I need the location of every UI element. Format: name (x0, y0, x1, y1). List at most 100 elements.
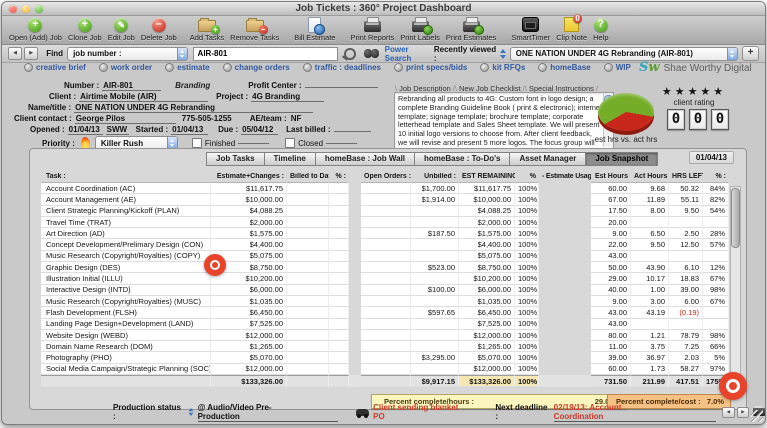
table-row[interactable]: Travel Time (TRAT)$2,000.00$2,000.00100%… (41, 217, 729, 228)
finished-checkbox[interactable] (192, 138, 202, 148)
tab-homebase-todos[interactable]: homeBase : To-Do's (414, 152, 510, 166)
link-change-orders[interactable]: change orders (223, 63, 290, 72)
table-row[interactable]: Music Research (Copyright/Royalties) (CO… (41, 251, 729, 262)
started-date-field[interactable]: 01/04/13 (171, 125, 208, 135)
table-row[interactable]: Illustration Initial (ILLU)$10,200.00$10… (41, 273, 729, 284)
table-row[interactable]: Domain Name Research (DOM)$1,265.00$1,26… (41, 341, 729, 352)
finished-date-field[interactable] (238, 143, 269, 144)
table-row[interactable]: Website Design (WEBD)$12,000.00$12,000.0… (41, 330, 729, 341)
power-search-link[interactable]: Power Search (385, 45, 434, 63)
tab-asset-manager[interactable]: Asset Manager (509, 152, 586, 166)
table-row[interactable]: Interactive Design (INTD)$6,000.00$100.0… (41, 285, 729, 296)
cell: $1,914.00 (411, 194, 459, 205)
closed-date-field[interactable] (326, 143, 357, 144)
cell: 39.00 (669, 285, 703, 296)
client-rating-stars[interactable]: ★★★★★ (650, 85, 738, 98)
contact-field[interactable]: George Pilos (75, 114, 176, 124)
due-date-field[interactable]: 05/04/12 (241, 125, 278, 135)
close-window-button[interactable] (9, 5, 17, 13)
deadline-next-button[interactable]: ▶ (737, 407, 750, 418)
clone-job-button[interactable]: + Clone Job (68, 17, 102, 42)
phone-field[interactable]: 775-505-1255 (181, 114, 240, 123)
bill-estimate-document-icon (308, 17, 321, 32)
next-deadline-value[interactable]: 02/19/13: Account Coordination (554, 403, 716, 422)
add-recent-button[interactable]: + (742, 46, 759, 61)
print-reports-button[interactable]: Print Reports (350, 17, 394, 42)
form-row-name: Name/title : ONE NATION UNDER 4G Rebrand… (2, 103, 313, 113)
cell: Concept Development/Prelimary Design (CO… (41, 239, 211, 250)
cell (631, 319, 669, 330)
project-field[interactable]: 4G Branding (251, 92, 324, 102)
profit-center-field[interactable] (305, 87, 378, 88)
opened-by-field[interactable]: SWW (106, 125, 129, 135)
link-traffic-deadlines[interactable]: traffic : deadlines (303, 63, 381, 72)
table-row[interactable]: Account Management (AE)$10,000.00$1,914.… (41, 194, 729, 205)
scrollbar-thumb[interactable] (731, 188, 740, 248)
link-wip[interactable]: WIP (604, 63, 631, 72)
job-number-field[interactable]: AIR-801 (102, 81, 161, 91)
cell (361, 239, 411, 250)
opened-date-field[interactable]: 01/04/13 (68, 125, 103, 135)
link-estimate[interactable]: estimate (165, 63, 209, 72)
table-row[interactable]: Photography (PHO)$5,070.00$3,295.00$5,07… (41, 352, 729, 363)
search-input[interactable] (193, 47, 339, 61)
zoom-window-button[interactable] (35, 5, 43, 13)
tab-timeline[interactable]: Timeline (264, 152, 316, 166)
production-status-value[interactable]: @ Audio/Video Pre-Production (198, 403, 339, 422)
cell (287, 307, 329, 318)
table-row[interactable]: Social Media Campaign/Strategic Planning… (41, 364, 729, 375)
table-row[interactable]: Art Direction (AD)$1,575.00$187.50$1,575… (41, 228, 729, 239)
tab-job-snapshot[interactable]: Job Snapshot (585, 152, 658, 166)
delete-job-button[interactable]: – Delete Job (141, 17, 177, 42)
bill-estimate-button[interactable]: Bill Estimate (294, 17, 335, 42)
bullet-icon (394, 63, 403, 72)
cell (349, 262, 361, 273)
status-stepper-icon[interactable] (188, 408, 194, 416)
table-row[interactable]: Graphic Design (DES)$8,750.00$523.00$8,7… (41, 262, 729, 273)
printer-icon (412, 17, 429, 32)
closed-checkbox[interactable] (285, 138, 295, 148)
table-row[interactable]: Client Strategic Planning/Kickoff (PLAN)… (41, 206, 729, 217)
link-creative-brief[interactable]: creative brief (24, 63, 86, 72)
print-estimates-button[interactable]: Print Estimates (446, 17, 496, 42)
binoculars-icon[interactable] (364, 49, 379, 58)
table-row[interactable]: Flash Development (FLSH)$6,450.00$597.65… (41, 307, 729, 318)
clip-note-button[interactable]: 0 Clip Note (556, 17, 587, 42)
minimize-window-button[interactable] (22, 5, 30, 13)
bullet-icon (165, 63, 174, 72)
totals-row[interactable]: $133,326.00$9,917.15$133,326.00100%731.5… (41, 375, 729, 387)
link-work-order[interactable]: work order (99, 63, 152, 72)
link-print-specs-bids[interactable]: print specs/bids (394, 63, 467, 72)
remove-tasks-button[interactable]: – Remove Tasks (230, 17, 279, 42)
tab-job-tasks[interactable]: Job Tasks (206, 152, 265, 166)
table-row[interactable]: Landing Page Design+Development (LAND)$7… (41, 319, 729, 330)
add-tasks-button[interactable]: + Add Tasks (190, 17, 224, 42)
deadline-prev-button[interactable]: ◀ (722, 407, 735, 418)
print-labels-button[interactable]: Print Labels (400, 17, 440, 42)
resize-grip[interactable] (751, 410, 763, 422)
help-button[interactable]: ? Help (593, 17, 608, 42)
tab-homebase-job-wall[interactable]: homeBase : Job Wall (315, 152, 415, 166)
cell: $4,400.00 (459, 239, 515, 250)
table-row[interactable]: Concept Development/Prelimary Design (CO… (41, 239, 729, 250)
table-scrollbar[interactable] (730, 186, 741, 380)
recently-viewed-select[interactable]: ONE NATION UNDER 4G Rebranding (AIR-801) (510, 47, 738, 61)
link-homebase[interactable]: homeBase (538, 63, 590, 72)
select-stepper-icon (177, 48, 187, 60)
ae-team-field[interactable]: NF (290, 114, 319, 123)
job-name-field[interactable]: ONE NATION UNDER 4G Rebranding (74, 103, 313, 113)
client-field[interactable]: Airtime Mobile (AIR) (79, 92, 208, 102)
open-add-job-button[interactable]: + Open (Add) Job (9, 17, 62, 42)
next-record-button[interactable]: ▶ (24, 47, 38, 60)
search-icon[interactable] (344, 48, 355, 60)
table-row[interactable]: Account Coordination (AC)$11,617.75$1,70… (41, 182, 729, 194)
smarttimer-button[interactable]: SmartTimer (511, 17, 550, 42)
edit-job-button[interactable]: ✎ Edit Job (108, 17, 135, 42)
previous-record-button[interactable]: ◀ (8, 47, 22, 60)
find-field-select[interactable]: job number : (67, 47, 187, 61)
last-billed-field[interactable] (334, 131, 371, 132)
table-row[interactable]: Music Research (Copyright/Royalties) (MU… (41, 296, 729, 307)
recently-viewed-stepper-icon[interactable] (499, 49, 506, 59)
link-kit-rfqs[interactable]: kit RFQs (480, 63, 525, 72)
cell: $10,200.00 (211, 273, 287, 284)
